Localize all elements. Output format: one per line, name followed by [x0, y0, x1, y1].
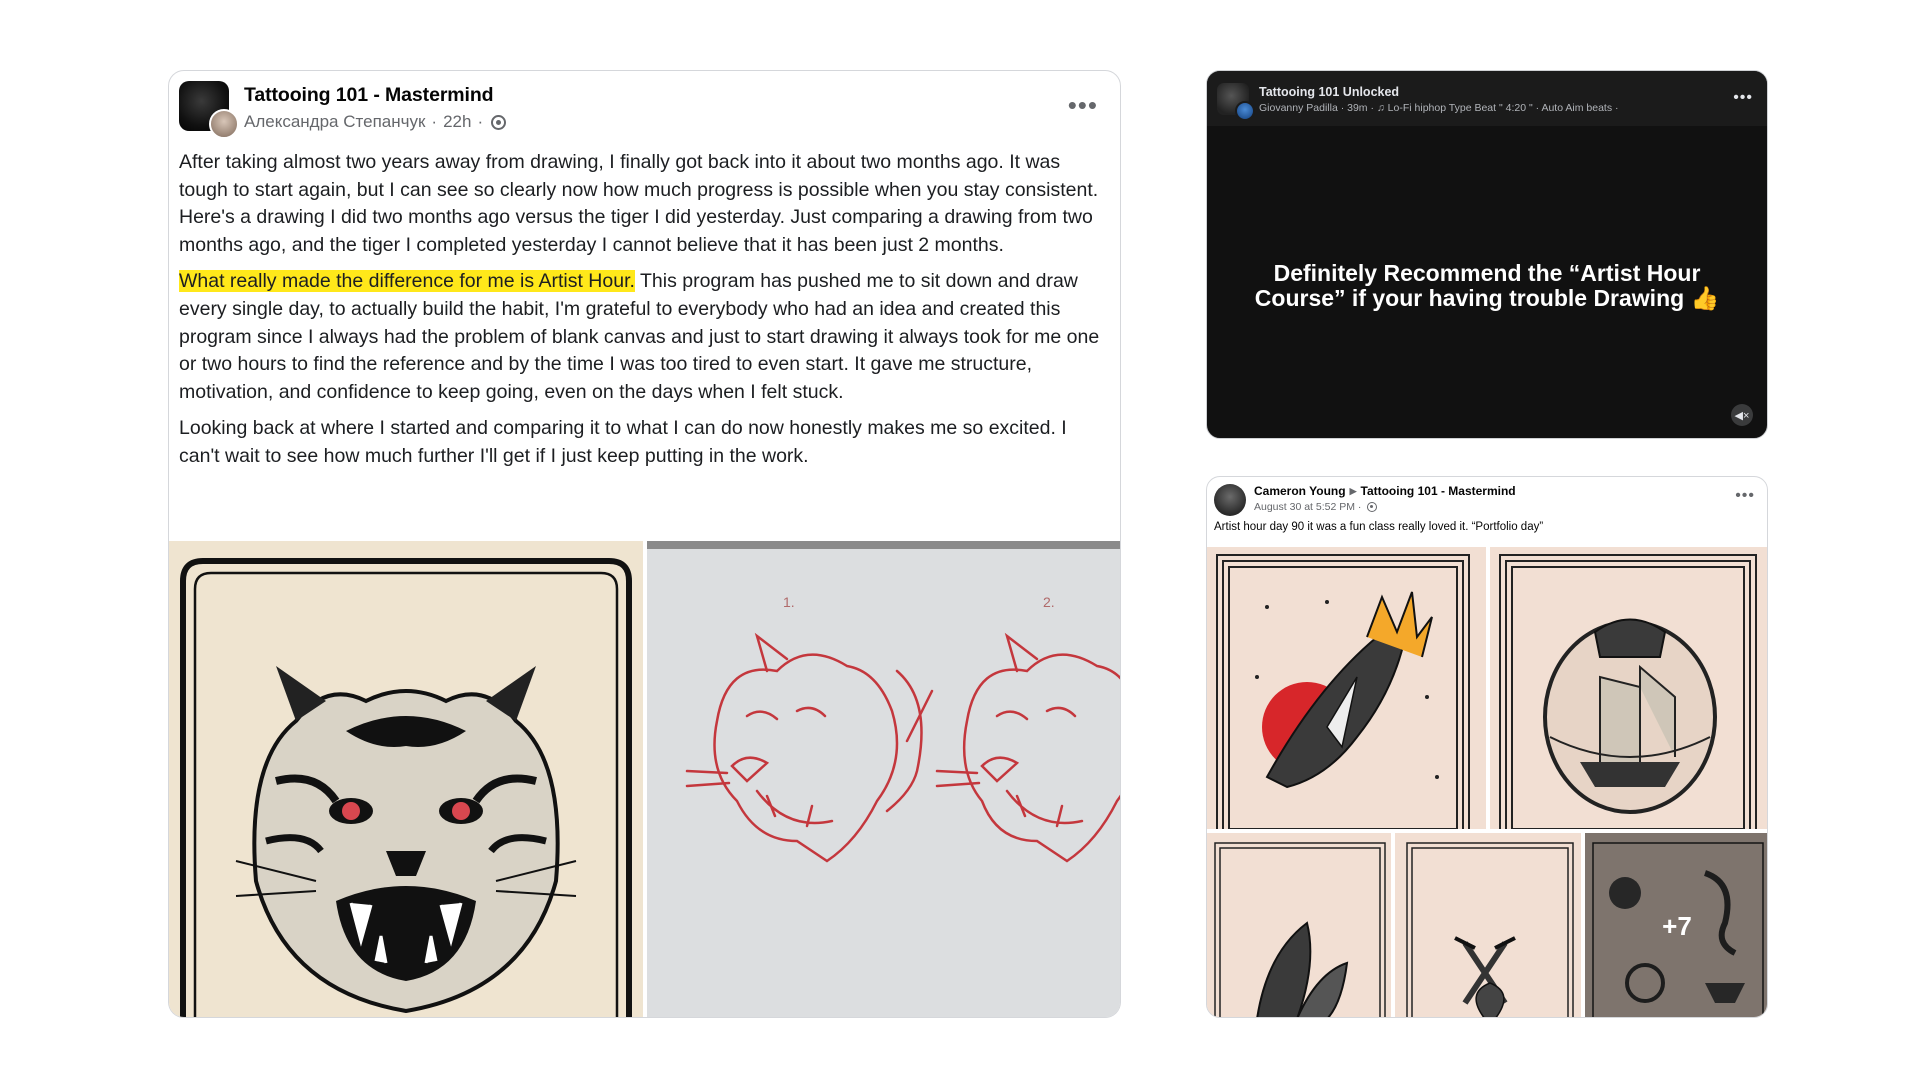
arrow-right-icon: ▶ — [1349, 485, 1357, 496]
highlighted-text: What really made the difference for me i… — [179, 270, 635, 293]
globe-icon — [1367, 502, 1378, 512]
user-avatar[interactable] — [1235, 101, 1255, 121]
post-time[interactable]: August 30 at 5:52 PM · — [1254, 501, 1361, 513]
author-name-link[interactable]: Cameron Young — [1254, 484, 1346, 498]
photo-tile[interactable] — [1207, 547, 1486, 829]
more-photos-overlay[interactable]: +7 — [1585, 833, 1767, 1017]
photo-grid: +7 — [1207, 547, 1767, 1017]
sketch-label: 1. — [783, 594, 795, 610]
sketch-drawing-image[interactable]: 1. 2. — [647, 541, 1120, 1017]
photo-tile[interactable]: +7 — [1585, 833, 1767, 1017]
group-avatar[interactable] — [179, 81, 239, 139]
post-time[interactable]: 22h — [443, 112, 471, 132]
post-images: 1. 2. — [169, 541, 1120, 1017]
group-name-link[interactable]: Tattooing 101 - Mastermind — [244, 84, 494, 107]
mute-icon[interactable]: ◀× — [1731, 404, 1753, 426]
caption-line: Definitely Recommend the “Artist Hour — [1273, 260, 1701, 286]
second-post-card: Cameron Young ▶ Tattooing 101 - Mastermi… — [1206, 476, 1768, 1018]
more-icon[interactable]: ••• — [1068, 92, 1098, 118]
meta-separator: · — [477, 112, 484, 131]
photo-tile[interactable] — [1207, 833, 1391, 1017]
tiger-drawing-image[interactable] — [169, 541, 643, 1017]
photo-tile[interactable] — [1395, 833, 1581, 1017]
author-name-link[interactable]: Александра Степанчук — [244, 112, 425, 132]
post-author-line: Cameron Young ▶ Tattooing 101 - Mastermi… — [1254, 484, 1516, 498]
user-avatar[interactable] — [209, 109, 239, 139]
post-text: Artist hour day 90 it was a fun class re… — [1214, 521, 1544, 533]
main-post-card: Tattooing 101 - Mastermind Александра Ст… — [168, 70, 1121, 1018]
globe-icon — [491, 114, 507, 130]
post-paragraph: Looking back at where I started and comp… — [179, 417, 1067, 467]
caption-line: Course” if your having trouble Drawing 👍 — [1254, 285, 1720, 311]
video-caption: Definitely Recommend the “Artist Hour Co… — [1207, 261, 1767, 311]
post-body: After taking almost two years away from … — [179, 149, 1109, 480]
photo-tile[interactable] — [1490, 547, 1767, 829]
more-icon[interactable]: ••• — [1735, 487, 1755, 505]
post-header: Tattooing 101 - Mastermind Александра Ст… — [169, 71, 1120, 151]
user-avatar[interactable] — [1214, 484, 1246, 516]
meta-separator: · — [431, 112, 438, 131]
post-meta: August 30 at 5:52 PM · — [1254, 501, 1378, 513]
group-name-link[interactable]: Tattooing 101 - Mastermind — [1361, 484, 1516, 498]
group-name-link[interactable]: Tattooing 101 Unlocked — [1259, 85, 1399, 99]
post-meta: Александра Степанчук · 22h · — [244, 112, 507, 132]
video-header: Tattooing 101 Unlocked Giovanny Padilla … — [1207, 71, 1767, 126]
sketch-label: 2. — [1043, 594, 1055, 610]
post-paragraph: After taking almost two years away from … — [179, 151, 1099, 256]
post-paragraph: What really made the difference for me i… — [179, 268, 1109, 406]
video-post-card[interactable]: Tattooing 101 Unlocked Giovanny Padilla … — [1206, 70, 1768, 439]
video-meta: Giovanny Padilla · 39m · ♫ Lo-Fi hiphop … — [1259, 102, 1619, 114]
more-icon[interactable]: ••• — [1733, 89, 1753, 107]
